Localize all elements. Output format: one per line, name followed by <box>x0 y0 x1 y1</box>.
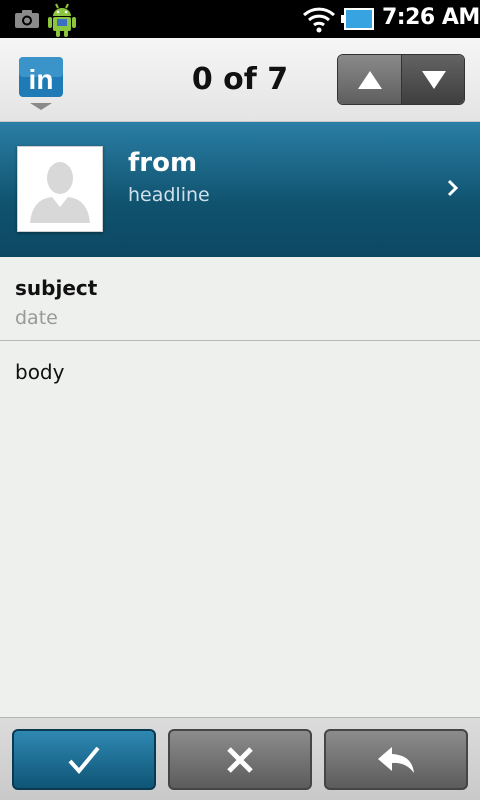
check-icon <box>68 746 100 774</box>
battery-icon <box>341 8 374 30</box>
logo-text: in <box>29 64 54 95</box>
close-icon <box>227 746 253 773</box>
reply-icon <box>378 746 414 773</box>
avatar <box>17 146 103 232</box>
android-icon <box>48 3 76 37</box>
sender-profile[interactable]: from headline <box>0 122 480 257</box>
status-bar: 7:26 AM <box>0 0 480 38</box>
title-bar: in 0 of 7 <box>0 38 480 122</box>
linkedin-logo[interactable]: in <box>18 56 64 112</box>
clock: 7:26 AM <box>382 5 480 30</box>
action-toolbar <box>0 717 480 800</box>
person-placeholder-icon <box>18 147 102 231</box>
message-counter: 0 of 7 <box>191 62 289 97</box>
message-header: subject date <box>0 257 480 341</box>
arrow-up-icon <box>357 70 382 89</box>
reply-button[interactable] <box>324 729 468 790</box>
sender-headline: headline <box>128 184 210 206</box>
previous-message-button[interactable] <box>338 55 402 104</box>
message-subject: subject <box>15 276 98 300</box>
chevron-right-icon <box>447 179 459 197</box>
message-date: date <box>15 307 58 329</box>
sender-name: from <box>128 148 198 178</box>
message-nav <box>337 54 465 105</box>
decline-button[interactable] <box>168 729 312 790</box>
message-body: body <box>15 360 65 384</box>
arrow-down-icon <box>422 70 446 89</box>
next-message-button[interactable] <box>402 55 464 104</box>
wifi-icon <box>302 7 336 33</box>
camera-icon <box>15 10 39 28</box>
accept-button[interactable] <box>12 729 156 790</box>
